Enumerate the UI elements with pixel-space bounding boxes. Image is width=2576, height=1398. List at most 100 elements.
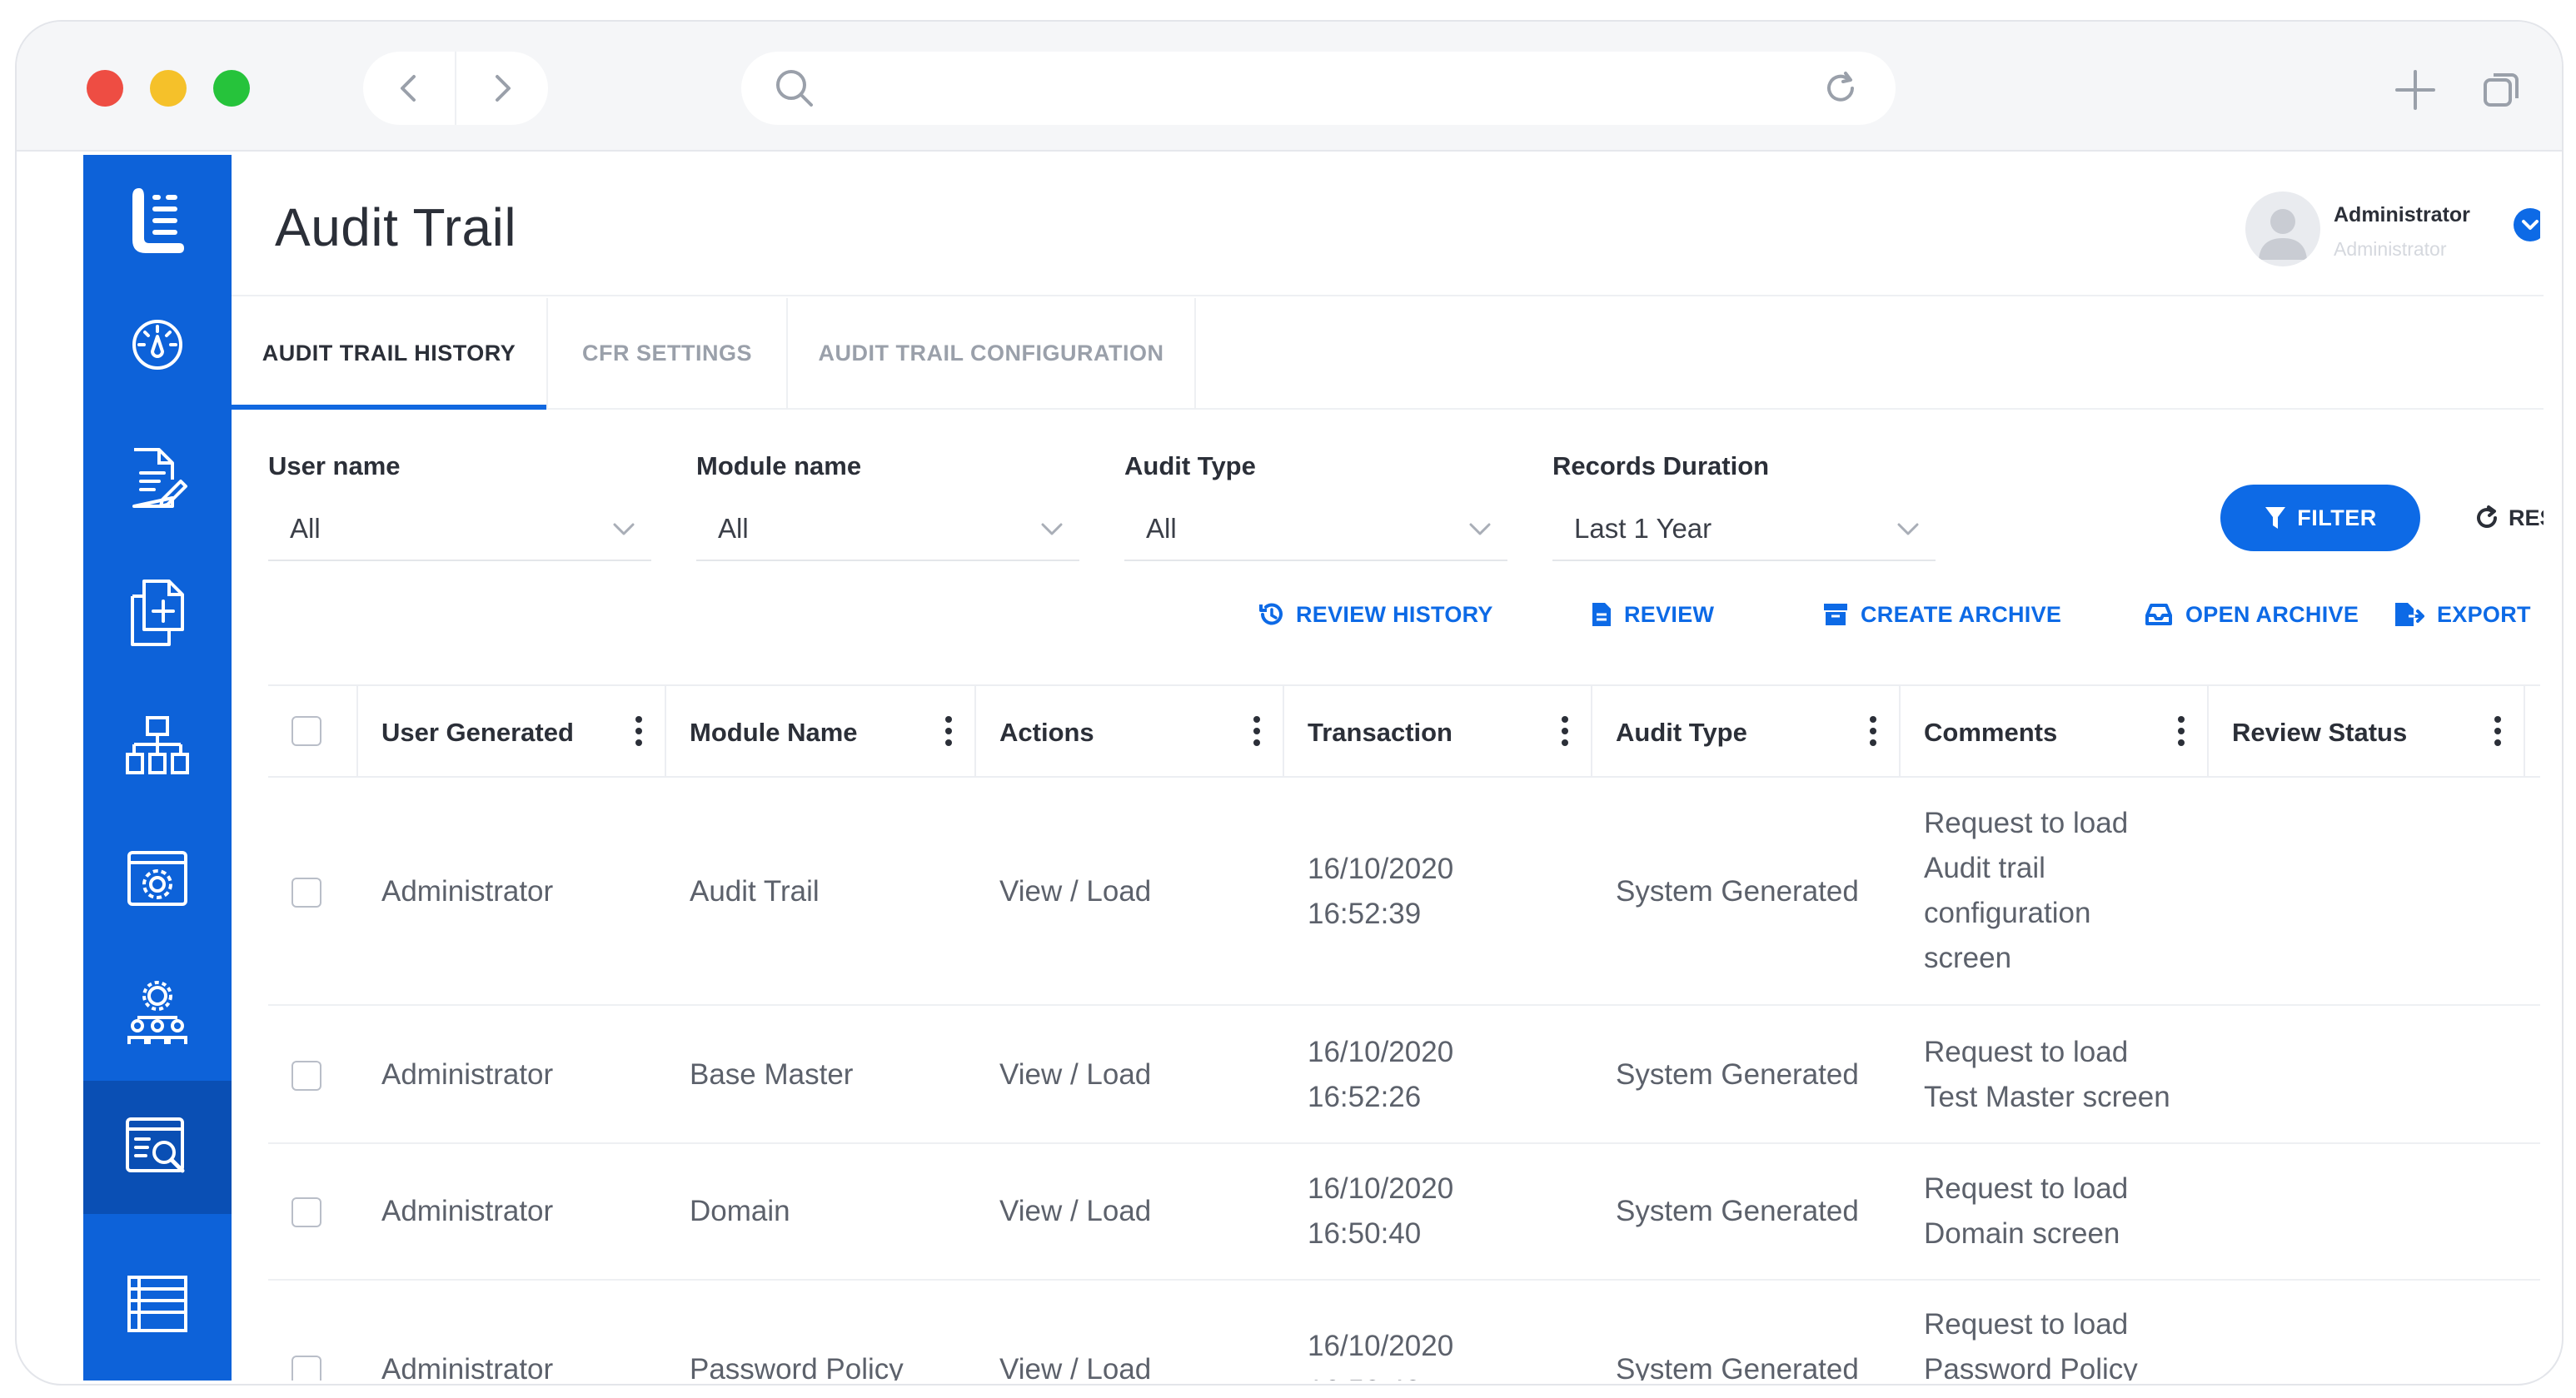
avatar[interactable] — [2245, 192, 2320, 266]
kebab-menu-icon[interactable] — [944, 714, 953, 748]
chevron-right-icon — [496, 75, 511, 102]
table-row[interactable]: Administrator Domain View / Load 16/10/2… — [268, 1144, 2540, 1281]
close-window-button[interactable] — [87, 70, 123, 107]
export-button[interactable]: EXPORT — [2394, 591, 2531, 638]
list-icon — [127, 1276, 187, 1332]
user-menu-toggle[interactable] — [2512, 206, 2540, 243]
document-add-icon — [131, 580, 184, 646]
column-label: Transaction — [1308, 718, 1452, 747]
cell-action: View / Load — [999, 1058, 1152, 1091]
column-header-actions[interactable]: Actions — [976, 686, 1284, 776]
open-archive-button[interactable]: OPEN ARCHIVE — [2144, 591, 2359, 638]
sidebar-item-list[interactable] — [83, 1237, 232, 1371]
maximize-window-button[interactable] — [213, 70, 250, 107]
column-header-comments[interactable]: Comments — [1901, 686, 2209, 776]
sidebar-item-settings[interactable] — [83, 813, 232, 946]
document-edit-icon — [132, 448, 187, 508]
cell-audit-type: System Generated — [1616, 1195, 1859, 1227]
cell-module: Password Policy — [690, 1353, 904, 1381]
forward-button[interactable] — [456, 52, 548, 125]
cell-comment-line: Audit trail — [1924, 852, 2045, 884]
review-history-label: REVIEW HISTORY — [1296, 601, 1493, 627]
row-checkbox[interactable] — [291, 1061, 321, 1091]
address-bar[interactable] — [741, 52, 1896, 125]
audit-type-select[interactable]: All — [1124, 495, 1507, 561]
sidebar-item-hierarchy[interactable] — [83, 679, 232, 813]
tab-cfr-settings[interactable]: CFR SETTINGS — [548, 298, 788, 408]
cell-action: View / Load — [999, 875, 1152, 908]
cell-user: Administrator — [381, 1195, 554, 1227]
sidebar-item-new-document[interactable] — [83, 546, 232, 679]
cell-audit-type: System Generated — [1616, 1353, 1859, 1381]
kebab-menu-icon[interactable] — [635, 714, 643, 748]
user-name-select[interactable]: All — [268, 495, 651, 561]
audit-trail-app: Audit Trail Administrator Administrator … — [83, 155, 2544, 1381]
active-tab-indicator — [232, 405, 546, 410]
module-name-select[interactable]: All — [696, 495, 1079, 561]
cell-time: 16:52:39 — [1308, 898, 1422, 930]
main-content: Audit Trail Administrator Administrator … — [232, 155, 2544, 1381]
table-row[interactable]: Administrator Base Master View / Load 16… — [268, 1006, 2540, 1144]
table-row[interactable]: Administrator Audit Trail View / Load 16… — [268, 778, 2540, 1006]
minimize-window-button[interactable] — [150, 70, 187, 107]
table-row[interactable]: Administrator Password Policy View / Loa… — [268, 1281, 2540, 1381]
create-archive-button[interactable]: CREATE ARCHIVE — [1822, 591, 2061, 638]
tab-audit-trail-configuration[interactable]: AUDIT TRAIL CONFIGURATION — [788, 298, 1196, 408]
chevron-circle-icon — [2514, 208, 2540, 241]
audit-type-label: Audit Type — [1124, 451, 1256, 480]
reset-icon — [2477, 505, 2497, 528]
column-header-transaction[interactable]: Transaction — [1284, 686, 1592, 776]
cell-date: 16/10/2020 — [1308, 853, 1454, 885]
cell-audit-type: System Generated — [1616, 1058, 1859, 1091]
kebab-menu-icon[interactable] — [2177, 714, 2185, 748]
cell-user: Administrator — [381, 1353, 554, 1381]
dashboard-gauge-icon — [132, 320, 182, 370]
sidebar-item-user-management[interactable] — [83, 948, 232, 1081]
tab-audit-trail-history[interactable]: AUDIT TRAIL HISTORY — [232, 298, 548, 408]
filter-button[interactable]: FILTER — [2220, 485, 2420, 551]
column-header-module-name[interactable]: Module Name — [666, 686, 976, 776]
module-name-label: Module name — [696, 451, 862, 480]
cell-comment-line: Domain screen — [1924, 1217, 2120, 1250]
kebab-menu-icon[interactable] — [1253, 714, 1261, 748]
select-all-checkbox[interactable] — [291, 716, 321, 746]
review-history-button[interactable]: REVIEW HISTORY — [1258, 591, 1493, 638]
column-header-review-status[interactable]: Review Status — [2209, 686, 2525, 776]
sidebar-item-documents[interactable] — [83, 411, 232, 545]
export-icon — [2395, 603, 2424, 626]
review-button[interactable]: REVIEW — [1591, 591, 1714, 638]
row-checkbox[interactable] — [291, 1356, 321, 1381]
export-label: EXPORT — [2437, 601, 2531, 627]
plus-icon[interactable] — [2394, 68, 2437, 112]
cell-comment-line: Test Master screen — [1924, 1081, 2170, 1113]
sidebar-item-home[interactable] — [83, 155, 232, 288]
row-checkbox[interactable] — [291, 878, 321, 908]
cell-comment-line: screen — [1924, 942, 2012, 974]
kebab-menu-icon[interactable] — [2494, 714, 2502, 748]
module-name-value: All — [718, 513, 749, 544]
cell-comment-line: Request to load — [1924, 1172, 2129, 1205]
cell-comment-line: Request to load — [1924, 1036, 2129, 1068]
records-duration-select[interactable]: Last 1 Year — [1552, 495, 1936, 561]
archive-icon — [1824, 604, 1847, 625]
cell-action: View / Load — [999, 1195, 1152, 1227]
records-duration-label: Records Duration — [1552, 451, 1770, 480]
back-button[interactable] — [363, 52, 455, 125]
cell-user: Administrator — [381, 875, 554, 908]
column-header-user-generated[interactable]: User Generated — [358, 686, 666, 776]
tabs-icon[interactable] — [2480, 68, 2524, 112]
browser-window: Audit Trail Administrator Administrator … — [15, 20, 2564, 1386]
cell-user: Administrator — [381, 1058, 554, 1091]
sidebar-item-audit-trail[interactable] — [83, 1081, 232, 1214]
reset-button[interactable]: RESET — [2474, 485, 2544, 551]
records-duration-value: Last 1 Year — [1574, 513, 1712, 544]
kebab-menu-icon[interactable] — [1869, 714, 1877, 748]
review-label: REVIEW — [1624, 601, 1715, 627]
reload-icon[interactable] — [1821, 68, 1861, 108]
kebab-menu-icon[interactable] — [1561, 714, 1569, 748]
column-header-audit-type[interactable]: Audit Type — [1592, 686, 1901, 776]
table-header: User Generated Module Name Actions Trans… — [268, 684, 2540, 778]
row-checkbox[interactable] — [291, 1197, 321, 1227]
cell-date: 16/10/2020 — [1308, 1172, 1454, 1205]
sidebar-item-dashboard[interactable] — [83, 278, 232, 411]
